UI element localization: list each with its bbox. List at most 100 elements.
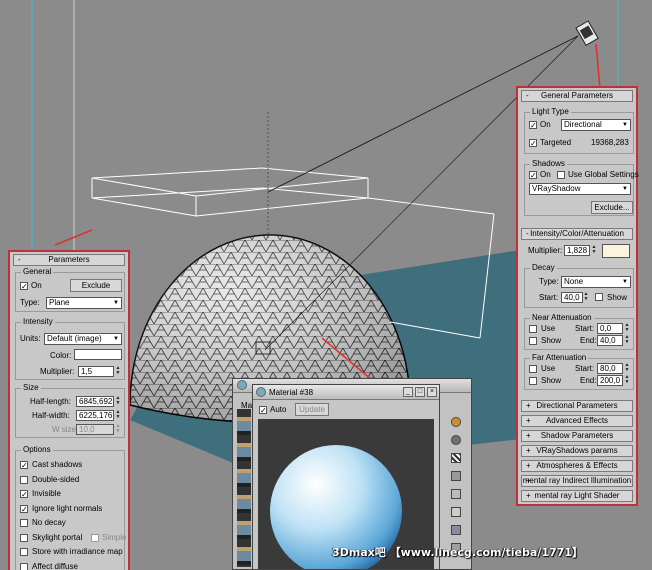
far-start-field[interactable]: 80,0 — [597, 363, 623, 374]
far-end-spinner[interactable]: ▲ ▼ — [624, 375, 630, 386]
expand-sign: + — [526, 416, 531, 425]
near-show-checkbox[interactable] — [529, 337, 537, 345]
area-multiplier-field[interactable]: 1,5 — [78, 366, 114, 377]
rollout-collapsed[interactable]: + Advanced Effects — [521, 415, 633, 427]
directional-light-icon — [575, 20, 599, 47]
area-multiplier-spinner[interactable]: ▲ ▼ — [115, 366, 121, 377]
decay-type-dropdown[interactable]: None — [561, 276, 631, 288]
light-multiplier-spinner[interactable]: ▲ ▼ — [591, 245, 597, 256]
light-color-swatch[interactable] — [602, 244, 630, 258]
near-start-spinner[interactable]: ▲ ▼ — [624, 323, 630, 334]
rollout-collapsed[interactable]: + mental ray Light Shader — [521, 490, 633, 502]
near-attenuation-group: Near Attenuation Use Show Start: 0,0 ▲ ▼ … — [524, 313, 634, 350]
material-slot-strip[interactable] — [237, 409, 251, 567]
near-use-checkbox[interactable] — [529, 325, 537, 333]
half-length-field[interactable]: 6845,692 — [76, 396, 114, 407]
rollout-collapsed[interactable]: + Atmospheres & Effects — [521, 460, 633, 472]
option-label: Store with irradiance map — [32, 547, 123, 556]
rollout-collapsed[interactable]: + Shadow Parameters — [521, 430, 633, 442]
half-width-spinner[interactable]: ▲ ▼ — [115, 410, 121, 421]
expand-sign: + — [526, 476, 531, 485]
option-checkbox[interactable] — [20, 519, 28, 527]
tool-column — [451, 409, 463, 559]
light-on-checkbox[interactable]: ✓ — [529, 121, 537, 130]
far-end-field[interactable]: 200,0 — [597, 375, 623, 386]
decay-show-checkbox[interactable] — [595, 293, 603, 301]
expand-sign: + — [526, 446, 531, 455]
option-checkbox[interactable]: ✓ — [20, 504, 28, 513]
w-size-field: 10,0 — [76, 424, 114, 435]
options-icon[interactable] — [451, 525, 461, 535]
decay-start-spinner[interactable]: ▲ ▼ — [583, 292, 589, 303]
rollout-label: mental ray Light Shader — [534, 491, 620, 500]
material-window-titlebar[interactable]: Material #38 _ □ × — [253, 385, 439, 400]
near-end-spinner[interactable]: ▲ ▼ — [624, 335, 630, 346]
near-start-field[interactable]: 0,0 — [597, 323, 623, 334]
option-label: No decay — [32, 518, 66, 527]
units-dropdown[interactable]: Default (image) — [44, 333, 122, 345]
background-icon[interactable] — [451, 453, 461, 463]
maximize-button[interactable]: □ — [415, 387, 425, 397]
target-distance-value: 19368,283 — [591, 138, 629, 147]
general-parameters-panel: - General Parameters Light Type ✓ On Dir… — [516, 86, 639, 506]
area-exclude-button[interactable]: Exclude — [70, 279, 122, 292]
auto-checkbox[interactable]: ✓ — [259, 406, 267, 415]
expand-sign: + — [526, 401, 531, 410]
light-type-dropdown[interactable]: Directional — [561, 119, 631, 131]
material-preview-window: Material #38 _ □ × ✓ Auto Update — [252, 384, 440, 570]
w-size-spinner: ▲ ▼ — [115, 423, 121, 434]
rollout-intensity-color-attenuation[interactable]: - Intensity/Color/Attenuation — [521, 228, 633, 240]
rollout-collapsed[interactable]: + Directional Parameters — [521, 400, 633, 412]
parameters-panel: - Parameters General ✓ On Exclude Type: … — [8, 250, 130, 570]
far-start-spinner[interactable]: ▲ ▼ — [624, 363, 630, 374]
light-multiplier-field[interactable]: 1,828 — [564, 245, 590, 256]
watermark-text: 3Dmax吧 【www.linecg.com/tieba/1771】 — [332, 546, 583, 559]
option-label: Invisible — [32, 489, 61, 498]
option-checkbox[interactable] — [20, 533, 28, 542]
option-label: Double-sided — [32, 474, 80, 484]
make-preview-icon[interactable] — [451, 507, 461, 517]
uv-tiling-icon[interactable] — [451, 471, 461, 481]
half-length-spinner[interactable]: ▲ ▼ — [115, 396, 121, 407]
option-checkbox[interactable] — [20, 548, 28, 556]
video-color-icon[interactable] — [451, 489, 461, 499]
rollout-general-parameters[interactable]: - General Parameters — [521, 90, 633, 102]
half-width-field[interactable]: 6225,176 — [76, 410, 114, 421]
rollout-label: VRayShadows params — [536, 446, 618, 455]
backlight-icon[interactable] — [451, 435, 461, 445]
shadows-on-checkbox[interactable]: ✓ — [529, 171, 537, 180]
rollout-label: mental ray Indirect Illumination — [522, 476, 632, 485]
option-checkbox[interactable] — [20, 475, 28, 484]
options-group: Options ✓ Cast shadows Double-sided ✓ Invisi… — [15, 445, 126, 570]
viewport-perspective[interactable]: - General Parameters Light Type ✓ On Dir… — [0, 0, 652, 570]
exclude-button[interactable]: Exclude... — [591, 201, 633, 214]
option-label: Affect diffuse — [32, 561, 78, 570]
update-button: Update — [295, 403, 329, 416]
option-checkbox[interactable] — [20, 562, 28, 570]
shadow-type-dropdown[interactable]: VRayShadow — [529, 183, 631, 195]
area-color-swatch[interactable] — [74, 349, 122, 360]
option-checkbox[interactable]: ✓ — [20, 490, 28, 499]
decay-start-field[interactable]: 40,0 — [561, 292, 583, 303]
rollout-parameters[interactable]: - Parameters — [13, 254, 125, 266]
near-end-field[interactable]: 40,0 — [597, 335, 623, 346]
sample-type-icon[interactable] — [451, 417, 461, 427]
expand-sign: + — [526, 461, 531, 470]
option-checkbox[interactable]: ✓ — [20, 461, 28, 470]
rollout-label: Atmospheres & Effects — [536, 461, 618, 470]
global-settings-checkbox[interactable] — [557, 171, 565, 179]
rollout-collapsed[interactable]: + mental ray Indirect Illumination — [521, 475, 633, 487]
targeted-checkbox[interactable]: ✓ — [529, 139, 537, 148]
far-use-checkbox[interactable] — [529, 365, 537, 373]
general-group: General ✓ On Exclude Type: Plane — [15, 267, 125, 312]
far-show-checkbox[interactable] — [529, 377, 537, 385]
rollout-label: Shadow Parameters — [540, 431, 614, 440]
area-type-dropdown[interactable]: Plane — [46, 297, 122, 309]
expand-sign: + — [526, 491, 531, 500]
minimize-button[interactable]: _ — [403, 387, 413, 397]
option-label: Skylight portal — [32, 532, 83, 542]
area-intensity-group: Intensity Units: Default (image) Color: … — [15, 317, 125, 380]
rollout-collapsed[interactable]: + VRayShadows params — [521, 445, 633, 457]
close-button[interactable]: × — [427, 387, 437, 397]
area-light-on-checkbox[interactable]: ✓ — [20, 282, 28, 291]
